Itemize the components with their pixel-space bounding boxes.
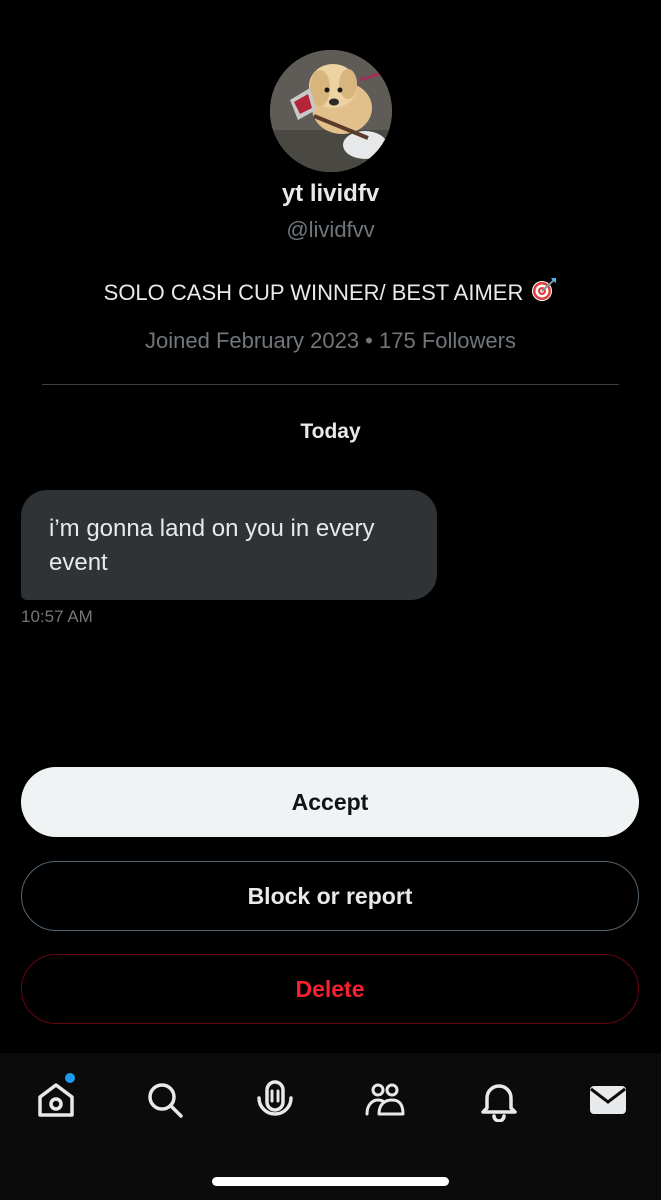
profile-name: yt lividfv — [281, 180, 380, 207]
dm-request-screen: yt lividfv @lividfvv SOLO CASH CUP WINNE… — [0, 0, 661, 1200]
divider — [42, 384, 619, 385]
profile-bio: SOLO CASH CUP WINNER/ BEST AIMER — [0, 277, 661, 309]
avatar[interactable] — [270, 50, 392, 172]
nav-notifications[interactable] — [474, 1075, 524, 1125]
delete-button[interactable]: Delete — [21, 954, 639, 1024]
block-or-report-button[interactable]: Block or report — [21, 861, 639, 931]
spaces-icon — [257, 1080, 293, 1116]
avatar-image — [270, 50, 392, 172]
nav-messages[interactable] — [583, 1075, 633, 1125]
home-icon — [38, 1083, 74, 1117]
notification-dot — [65, 1073, 75, 1083]
target-dart-icon — [531, 277, 557, 309]
profile-handle: @lividfvv — [286, 217, 375, 242]
message-bubble[interactable]: i’m gonna land on you in every event — [21, 490, 437, 600]
nav-spaces[interactable] — [250, 1075, 300, 1125]
home-indicator[interactable] — [212, 1177, 449, 1186]
search-icon — [148, 1083, 183, 1118]
profile-meta: Joined February 2023 • 175 Followers — [145, 328, 516, 353]
nav-communities[interactable] — [360, 1075, 410, 1125]
notifications-icon — [481, 1084, 517, 1122]
messages-icon — [590, 1086, 626, 1114]
message-timestamp: 10:57 AM — [21, 607, 93, 626]
communities-icon — [365, 1083, 405, 1116]
nav-home[interactable] — [31, 1073, 81, 1125]
profile-bio-text: SOLO CASH CUP WINNER/ BEST AIMER — [103, 280, 524, 305]
nav-search[interactable] — [140, 1075, 190, 1125]
accept-button[interactable]: Accept — [21, 767, 639, 837]
date-separator: Today — [300, 420, 361, 443]
